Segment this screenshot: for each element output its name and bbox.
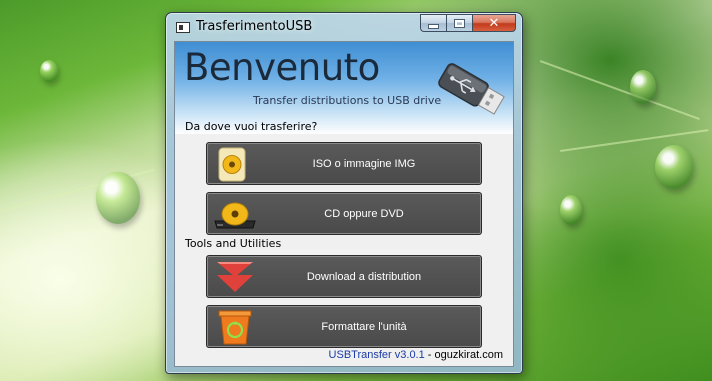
caption-buttons: ✕ (420, 14, 516, 33)
close-icon: ✕ (488, 15, 500, 31)
cd-dvd-button-label: CD oppure DVD (324, 207, 404, 220)
app-window-icon (176, 22, 190, 33)
format-drive-button[interactable]: Formattare l'unità (206, 305, 482, 348)
app-window: TrasferimentoUSB ✕ Benvenuto Transfer di… (165, 12, 523, 374)
minimize-icon (428, 23, 439, 29)
client-area: Benvenuto Transfer distributions to USB … (174, 41, 514, 367)
download-distribution-label: Download a distribution (306, 270, 422, 283)
cd-dvd-button[interactable]: CD oppure DVD (206, 192, 482, 235)
maximize-button[interactable] (446, 14, 472, 32)
iso-image-button[interactable]: ISO o immagine IMG (206, 142, 482, 185)
subtitle-text: Transfer distributions to USB drive (253, 94, 442, 107)
footer-separator: - (424, 349, 435, 361)
footer: USBTransfer v3.0.1 - oguzkirat.com (329, 349, 503, 361)
welcome-heading: Benvenuto (184, 46, 380, 89)
author-link[interactable]: oguzkirat.com (435, 349, 503, 361)
close-button[interactable]: ✕ (472, 14, 516, 32)
window-title: TrasferimentoUSB (196, 19, 313, 34)
source-section-label: Da dove vuoi trasferire? (185, 120, 318, 133)
maximize-icon (454, 18, 465, 28)
download-distribution-button[interactable]: Download a distribution (206, 255, 482, 298)
title-bar[interactable]: TrasferimentoUSB ✕ (166, 13, 522, 39)
tools-section-label: Tools and Utilities (185, 237, 282, 250)
minimize-button[interactable] (420, 14, 446, 32)
version-link[interactable]: USBTransfer v3.0.1 (329, 349, 425, 361)
iso-image-button-label: ISO o immagine IMG (312, 157, 416, 170)
format-drive-label: Formattare l'unità (321, 320, 407, 333)
usb-drive-icon (438, 63, 505, 115)
